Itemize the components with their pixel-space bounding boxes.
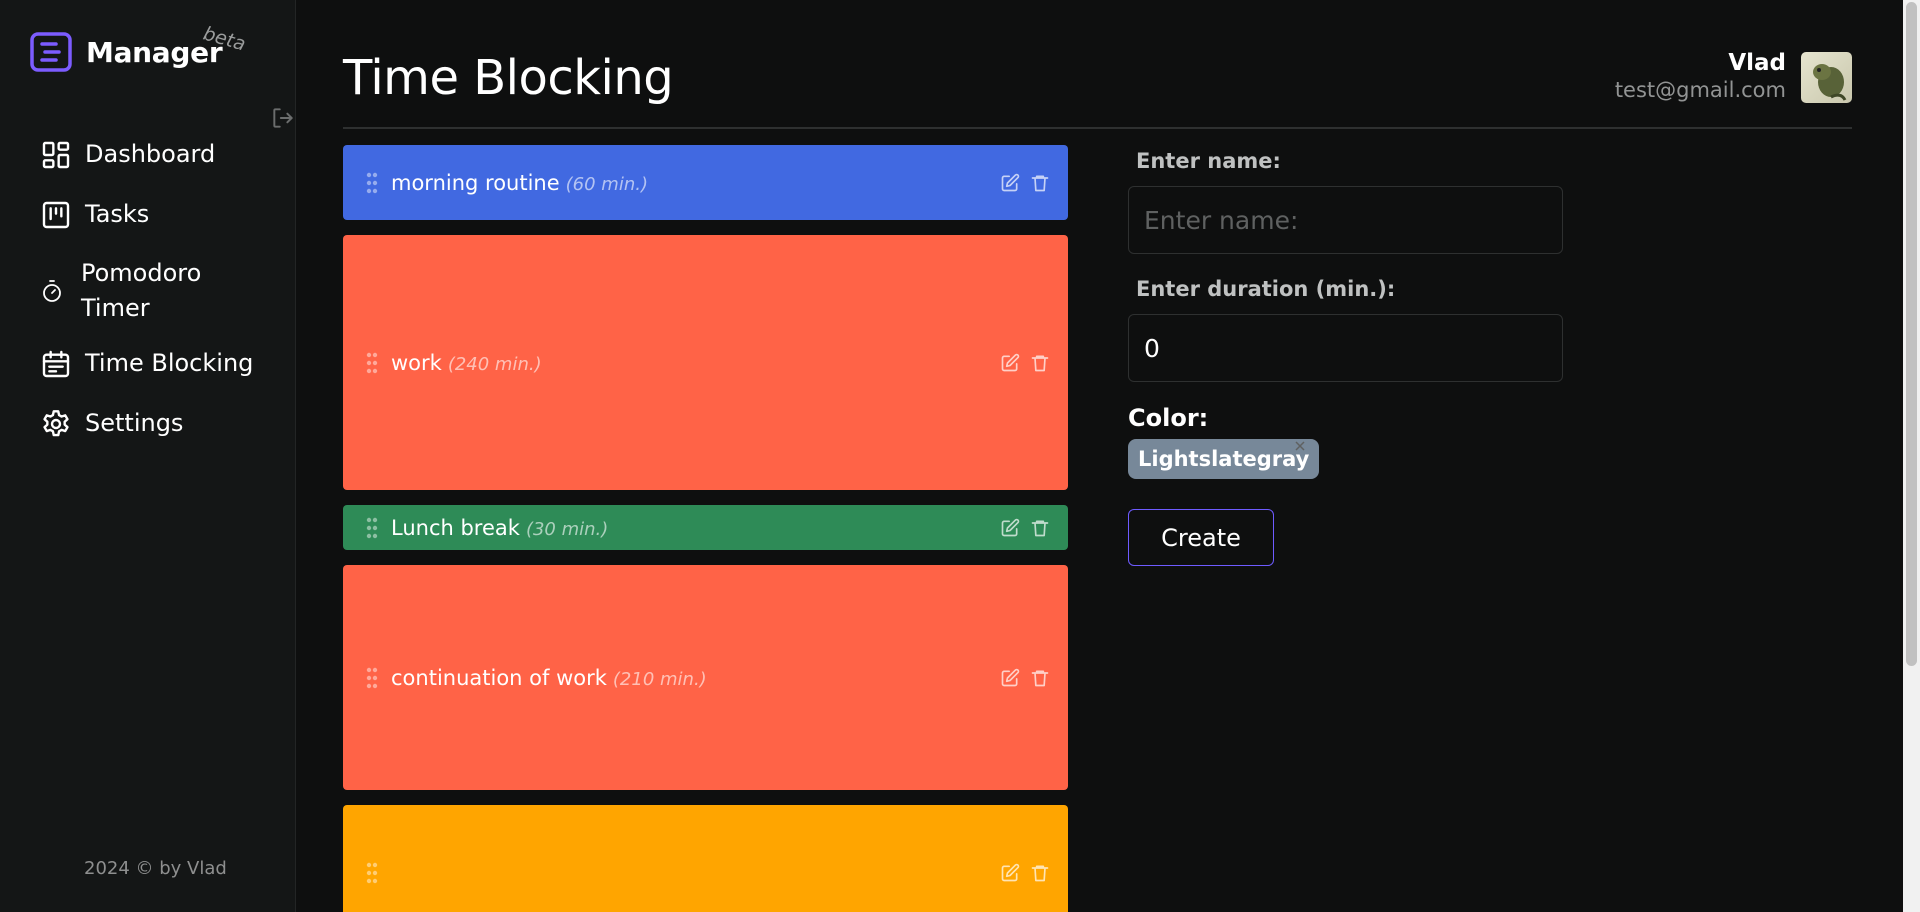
trash-icon[interactable] — [1030, 173, 1050, 193]
sidebar-item-dashboard[interactable]: Dashboard — [40, 137, 280, 172]
sidebar-item-label: Settings — [85, 409, 184, 437]
edit-icon[interactable] — [1000, 668, 1020, 688]
color-picker: Lightslategray — [1128, 439, 1568, 479]
drag-handle-icon[interactable] — [366, 516, 378, 540]
gear-icon — [43, 409, 69, 436]
main-content: Time Blocking Vlad test@gmail.com mornin… — [343, 0, 1852, 912]
sidebar-item-label: Pomodoro Timer — [81, 259, 202, 322]
logo-icon — [30, 32, 72, 72]
close-icon[interactable] — [1293, 439, 1307, 453]
sidebar-item-time-blocking[interactable]: Time Blocking — [40, 346, 280, 381]
name-label: Enter name: — [1136, 149, 1281, 173]
user-email: test@gmail.com — [1614, 78, 1786, 102]
sidebar-item-label: Time Blocking — [85, 349, 254, 377]
logo[interactable]: Manager — [30, 32, 223, 72]
time-block-name — [391, 861, 397, 885]
sidebar-item-label: Tasks — [85, 200, 150, 228]
drag-handle-icon[interactable] — [366, 351, 378, 375]
time-block[interactable]: work (240 min.) — [343, 235, 1068, 490]
sidebar-item-label: Dashboard — [85, 140, 216, 168]
time-block-name: morning routine (60 min.) — [391, 170, 648, 195]
header-divider — [343, 127, 1852, 129]
time-block-duration: (60 min.) — [565, 173, 648, 195]
time-block-name: Lunch break (30 min.) — [391, 515, 609, 540]
kanban-icon — [42, 201, 70, 228]
page-title: Time Blocking — [343, 50, 674, 106]
calendar-icon — [42, 350, 70, 377]
footer-copyright: 2024 © by Vlad — [84, 858, 227, 879]
duration-label: Enter duration (min.): — [1136, 277, 1396, 301]
sidebar: Manager beta Dashboard Tasks Pomodoro Ti… — [0, 0, 296, 912]
avatar-image — [1801, 51, 1852, 103]
time-block[interactable]: Lunch break (30 min.) — [343, 505, 1068, 550]
time-blocks-list: morning routine (60 min.) work (240 min.) Lu… — [343, 145, 1068, 912]
color-label: Color: — [1128, 404, 1209, 432]
time-block-duration: (30 min.) — [525, 518, 609, 540]
dashboard-icon — [42, 141, 70, 168]
time-block-actions — [1000, 668, 1050, 688]
time-block-form: Enter name: Enter duration (min.): Color… — [1128, 145, 1568, 566]
time-block[interactable]: continuation of work (210 min.) — [343, 565, 1068, 790]
time-block[interactable] — [343, 805, 1068, 912]
timer-icon — [43, 280, 61, 302]
time-block-name: continuation of work (210 min.) — [391, 665, 707, 690]
time-block-name: work (240 min.) — [391, 350, 542, 375]
time-block-actions — [1000, 353, 1050, 373]
avatar[interactable] — [1801, 51, 1852, 103]
sidebar-nav: Dashboard Tasks Pomodoro Timer Time Bloc… — [40, 134, 280, 441]
time-block-actions — [1000, 173, 1050, 193]
time-block-duration: (240 min.) — [447, 353, 542, 375]
time-block-actions — [1000, 518, 1050, 538]
edit-icon[interactable] — [1000, 863, 1020, 883]
logout-icon[interactable] — [270, 105, 296, 131]
drag-handle-icon[interactable] — [366, 666, 378, 690]
drag-handle-icon[interactable] — [366, 171, 378, 195]
trash-icon[interactable] — [1030, 668, 1050, 688]
scrollbar-thumb[interactable] — [1906, 2, 1917, 666]
time-block-duration: (210 min.) — [612, 668, 707, 690]
drag-handle-icon[interactable] — [366, 861, 378, 885]
trash-icon[interactable] — [1030, 353, 1050, 373]
trash-icon[interactable] — [1030, 863, 1050, 883]
create-button[interactable]: Create — [1128, 509, 1274, 566]
user-profile[interactable]: Vlad test@gmail.com — [1615, 50, 1852, 104]
trash-icon[interactable] — [1030, 518, 1050, 538]
edit-icon[interactable] — [1000, 518, 1020, 538]
edit-icon[interactable] — [1000, 173, 1020, 193]
sidebar-item-pomodoro-timer[interactable]: Pomodoro Timer — [40, 256, 280, 326]
user-info: Vlad test@gmail.com — [1615, 50, 1786, 104]
time-block[interactable]: morning routine (60 min.) — [343, 145, 1068, 220]
time-block-actions — [1000, 863, 1050, 883]
scrollbar[interactable] — [1903, 0, 1920, 912]
duration-input[interactable] — [1128, 314, 1563, 382]
color-chip-selected[interactable]: Lightslategray — [1128, 439, 1320, 479]
sidebar-item-settings[interactable]: Settings — [40, 406, 280, 441]
name-input[interactable] — [1128, 186, 1563, 254]
user-name: Vlad — [1728, 50, 1786, 76]
edit-icon[interactable] — [1000, 353, 1020, 373]
sidebar-item-tasks[interactable]: Tasks — [40, 197, 280, 232]
